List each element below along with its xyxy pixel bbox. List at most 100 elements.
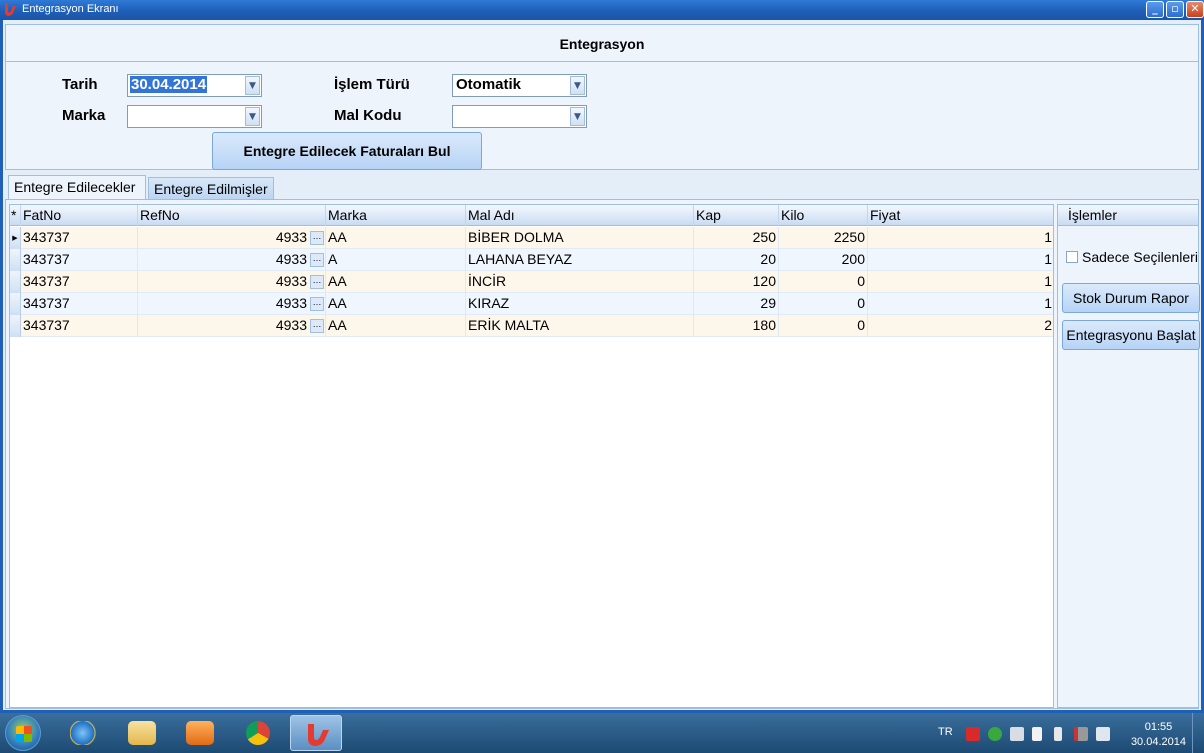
cell-fiyat[interactable]: 1 [868,271,1053,293]
ellipsis-icon[interactable]: … [310,297,324,311]
column-header-marka[interactable]: Marka [326,205,466,226]
row-selector[interactable] [10,293,21,315]
cell-refno[interactable]: 4933… [138,271,326,293]
taskbar-integration-app[interactable] [290,715,342,751]
row-selector[interactable] [10,315,21,337]
chevron-down-icon[interactable]: ▼ [570,107,585,126]
cell-kap[interactable]: 180 [694,315,779,337]
cell-marka[interactable]: AA [326,293,466,315]
ellipsis-icon[interactable]: … [310,319,324,333]
column-header-refno[interactable]: RefNo [138,205,326,226]
volume-icon[interactable] [1096,727,1110,741]
action-center-flag-icon[interactable] [1032,727,1042,741]
cell-fatno[interactable]: 343737 [21,227,138,249]
chevron-down-icon[interactable]: ▼ [570,76,585,95]
cell-kap[interactable]: 250 [694,227,779,249]
row-selector[interactable] [10,249,21,271]
cell-refno-value: 4933 [275,229,307,245]
mal-kodu-select[interactable]: ▼ [452,105,587,128]
cell-fiyat[interactable]: 1 [868,227,1053,249]
cell-kilo[interactable]: 0 [779,271,868,293]
title-bar[interactable]: Entegrasyon Ekranı _ ▫ ✕ [0,0,1204,20]
tarih-date-picker[interactable]: 30.04.2014 ▼ [127,74,262,97]
sync-icon[interactable] [988,727,1002,741]
cell-fatno[interactable]: 343737 [21,249,138,271]
only-selected-checkbox[interactable]: Sadece Seçilenleri [1066,249,1198,265]
tab-entegre-edilecekler[interactable]: Entegre Edilecekler [8,175,146,201]
table-row[interactable]: ▶ 343737 4933… AA BİBER DOLMA 250 2250 1 [10,227,1053,249]
invoice-grid[interactable]: * FatNo RefNo Marka Mal Adı Kap Kilo Fiy… [9,204,1054,708]
tab-entegre-edilmisler[interactable]: Entegre Edilmişler [148,177,274,199]
network-signal-icon[interactable] [1074,727,1088,741]
cell-kilo[interactable]: 2250 [779,227,868,249]
chevron-down-icon[interactable]: ▼ [245,107,260,126]
cell-refno[interactable]: 4933… [138,293,326,315]
chevron-down-icon[interactable]: ▼ [245,76,260,95]
clock-date: 30.04.2014 [1130,736,1186,748]
maximize-button[interactable]: ▫ [1166,1,1184,18]
table-row[interactable]: 343737 4933… AA KIRAZ 29 0 1 [10,293,1053,315]
find-invoices-button[interactable]: Entegre Edilecek Faturaları Bul [212,132,482,170]
cell-fatno[interactable]: 343737 [21,271,138,293]
cell-fiyat[interactable]: 1 [868,249,1053,271]
start-button[interactable] [5,715,41,751]
cell-marka[interactable]: AA [326,271,466,293]
minimize-button[interactable]: _ [1146,1,1164,18]
cell-kap[interactable]: 120 [694,271,779,293]
column-header-fatno[interactable]: FatNo [21,205,138,226]
table-row[interactable]: 343737 4933… AA İNCİR 120 0 1 [10,271,1053,293]
table-row[interactable]: 343737 4933… AA ERİK MALTA 180 0 2 [10,315,1053,337]
taskbar-internet-explorer[interactable] [58,715,110,751]
checkbox-icon[interactable] [1066,251,1078,263]
cell-mal-adi[interactable]: BİBER DOLMA [466,227,694,249]
show-desktop-button[interactable] [1192,713,1204,753]
cell-fiyat[interactable]: 2 [868,315,1053,337]
cell-refno-value: 4933 [275,251,307,267]
windows-logo-icon [16,726,32,742]
cell-fatno[interactable]: 343737 [21,315,138,337]
islem-turu-select[interactable]: Otomatik ▼ [452,74,587,97]
cell-mal-adi[interactable]: KIRAZ [466,293,694,315]
taskbar-chrome[interactable] [232,715,284,751]
close-button[interactable]: ✕ [1186,1,1204,18]
taskbar-file-explorer[interactable] [116,715,168,751]
device-icon[interactable] [1010,727,1024,741]
cell-kap[interactable]: 20 [694,249,779,271]
language-indicator[interactable]: TR [938,726,953,738]
marka-select[interactable]: ▼ [127,105,262,128]
column-header-mal-adi[interactable]: Mal Adı [466,205,694,226]
cell-fiyat[interactable]: 1 [868,293,1053,315]
ellipsis-icon[interactable]: … [310,231,324,245]
row-selector[interactable]: ▶ [10,227,21,249]
cell-marka[interactable]: A [326,249,466,271]
integration-window: Entegrasyon Tarih 30.04.2014 ▼ İşlem Tür… [0,20,1204,713]
cell-refno[interactable]: 4933… [138,315,326,337]
ellipsis-icon[interactable]: … [310,253,324,267]
stock-report-button[interactable]: Stok Durum Rapor [1062,283,1200,313]
cell-mal-adi[interactable]: ERİK MALTA [466,315,694,337]
start-integration-button[interactable]: Entegrasyonu Başlat [1062,320,1200,350]
cell-kap[interactable]: 29 [694,293,779,315]
antivirus-icon[interactable] [966,727,980,741]
column-header-fiyat[interactable]: Fiyat [868,205,1053,226]
ellipsis-icon[interactable]: … [310,275,324,289]
cell-mal-adi[interactable]: İNCİR [466,271,694,293]
column-header-kilo[interactable]: Kilo [779,205,868,226]
clock[interactable]: 01:55 30.04.2014 [1131,720,1186,750]
cell-marka[interactable]: AA [326,227,466,249]
operations-title: İşlemler [1058,205,1198,226]
cell-kilo[interactable]: 0 [779,315,868,337]
row-selector[interactable] [10,271,21,293]
cell-kilo[interactable]: 200 [779,249,868,271]
cell-mal-adi[interactable]: LAHANA BEYAZ [466,249,694,271]
cell-refno[interactable]: 4933… [138,227,326,249]
taskbar-media-player[interactable] [174,715,226,751]
cell-marka[interactable]: AA [326,315,466,337]
battery-icon[interactable] [1054,727,1062,741]
table-row[interactable]: 343737 4933… A LAHANA BEYAZ 20 200 1 [10,249,1053,271]
cell-kilo[interactable]: 0 [779,293,868,315]
cell-refno[interactable]: 4933… [138,249,326,271]
column-header-kap[interactable]: Kap [694,205,779,226]
cell-fatno[interactable]: 343737 [21,293,138,315]
panel-title: Entegrasyon [559,36,645,52]
